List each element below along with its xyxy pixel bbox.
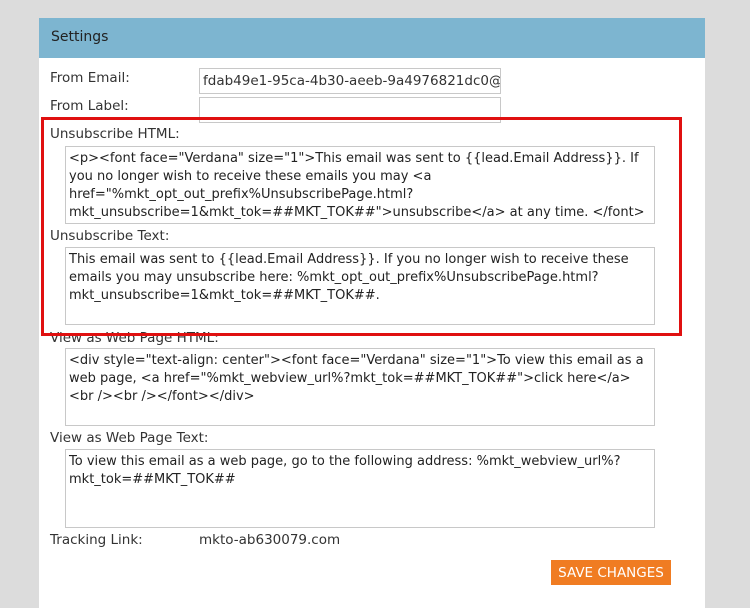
settings-header: Settings (39, 18, 705, 58)
from-email-input[interactable]: fdab49e1-95ca-4b30-aeeb-9a4976821dc0@ad (199, 68, 501, 94)
from-label-input[interactable] (199, 97, 501, 123)
web-page-html-label: View as Web Page HTML: (50, 330, 219, 346)
from-email-label: From Email: (50, 70, 130, 86)
unsubscribe-text-label: Unsubscribe Text: (50, 228, 170, 244)
settings-title: Settings (51, 29, 109, 45)
web-page-text-textarea[interactable]: To view this email as a web page, go to … (65, 449, 655, 528)
unsubscribe-html-label: Unsubscribe HTML: (50, 126, 180, 142)
unsubscribe-text-textarea[interactable]: This email was sent to {{lead.Email Addr… (65, 247, 655, 325)
web-page-text-label: View as Web Page Text: (50, 430, 209, 446)
unsubscribe-html-textarea[interactable]: <p><font face="Verdana" size="1">This em… (65, 146, 655, 224)
tracking-link-value: mkto-ab630079.com (199, 532, 341, 548)
tracking-link-label: Tracking Link: (50, 532, 143, 548)
web-page-html-textarea[interactable]: <div style="text-align: center"><font fa… (65, 348, 655, 426)
save-changes-button[interactable]: SAVE CHANGES (551, 560, 671, 585)
from-label-label: From Label: (50, 98, 129, 114)
